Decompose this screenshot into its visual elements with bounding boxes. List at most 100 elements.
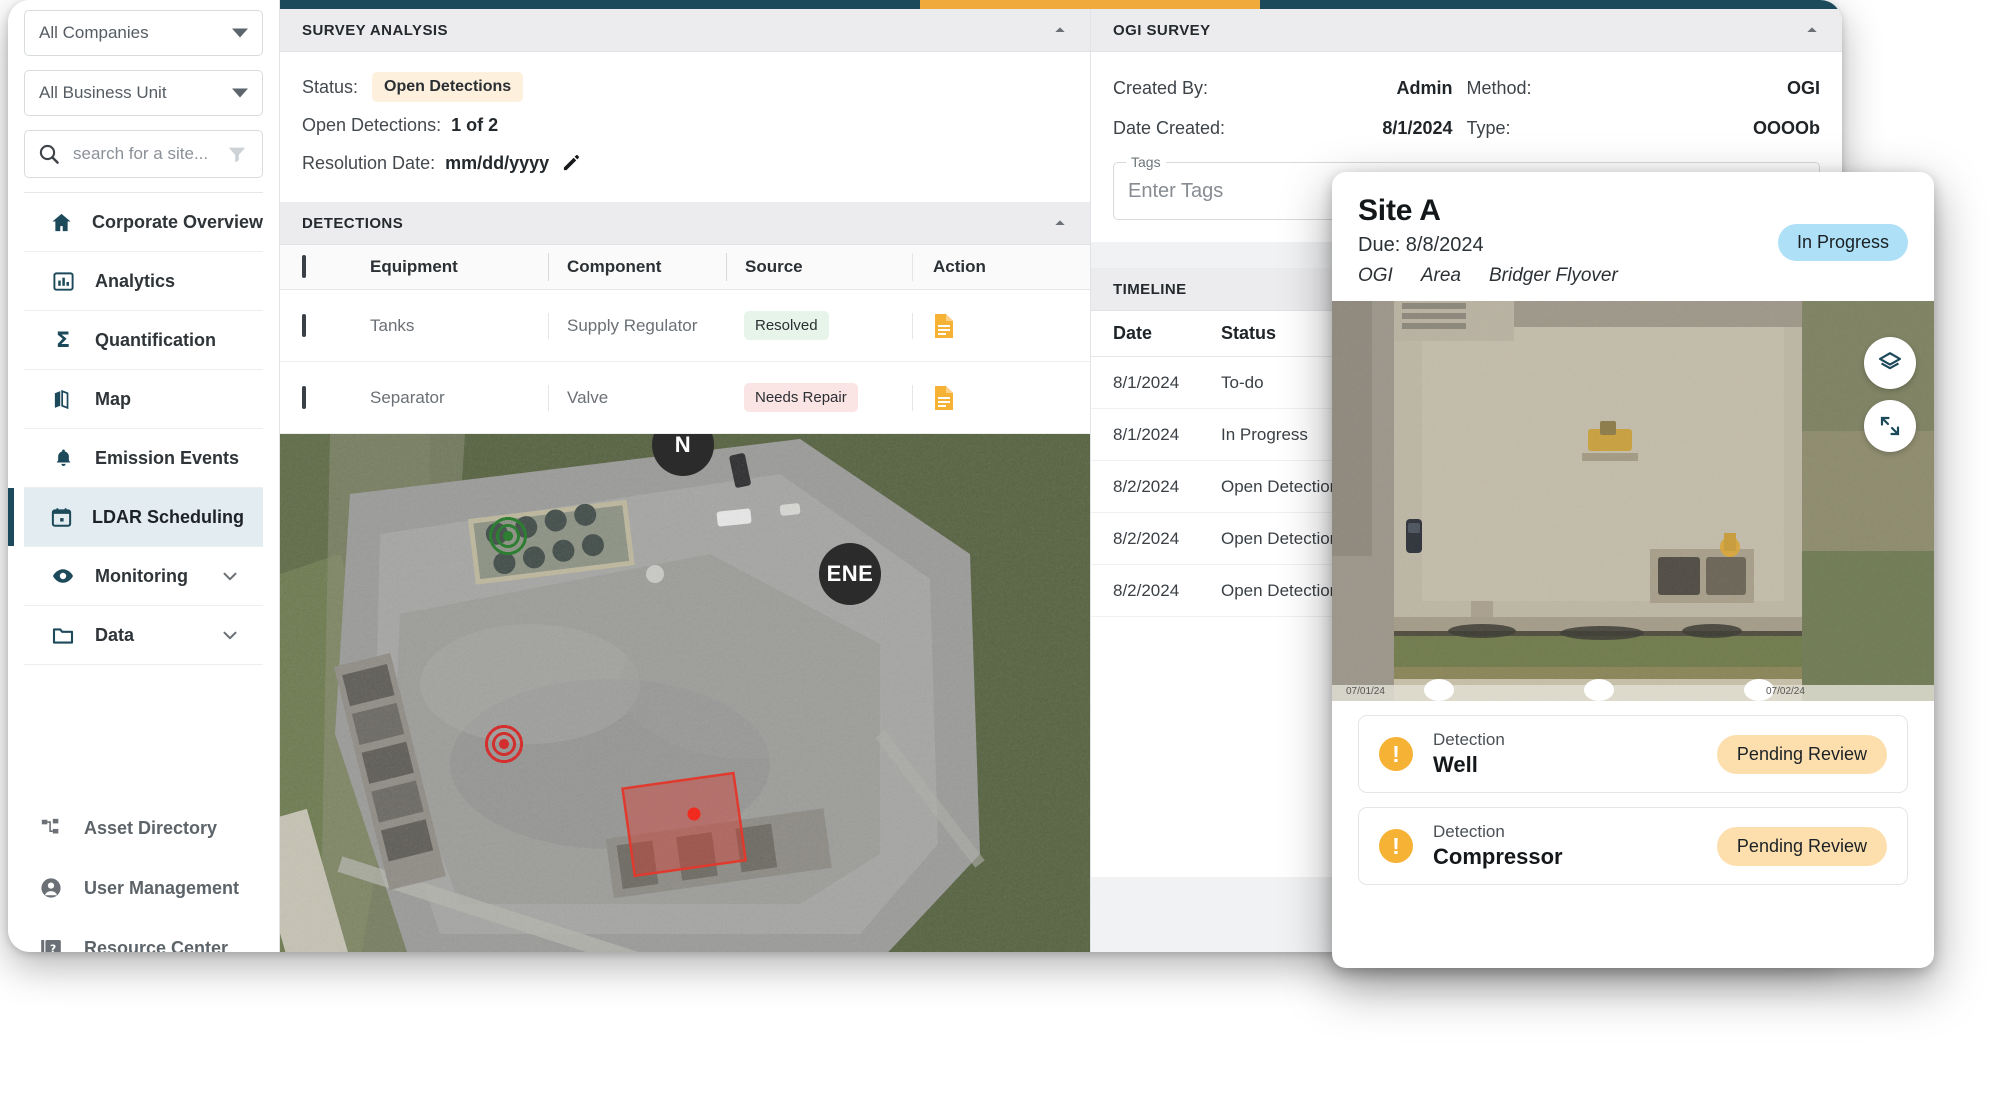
document-note-icon[interactable] [933,313,955,339]
sidebar-item-map[interactable]: Map [24,370,263,429]
sidebar-item-quantification[interactable]: Σ Quantification [24,311,263,370]
site-detail-card[interactable]: Site A Due: 8/8/2024 OGI Area Bridger Fl… [1332,172,1934,968]
col-date: Date [1113,323,1153,343]
document-note-icon[interactable] [933,385,955,411]
sidebar-item-label: User Management [84,877,240,898]
method-label: Method: [1466,77,1532,98]
business-unit-filter-select[interactable]: All Business Unit [24,70,263,116]
sidebar-item-label: Asset Directory [84,817,218,838]
detections-panel: DETECTIONS Equipment Component Source Ac… [280,202,1090,434]
chevron-up-icon[interactable] [1804,22,1820,38]
open-detections-value: 1 of 2 [451,114,499,135]
site-card-detections: ! Detection Well Pending Review ! Detect… [1332,701,1934,919]
select-all-checkbox[interactable] [302,255,370,278]
sidebar-item-label: Map [95,388,131,409]
method-value: OGI [1786,77,1820,98]
sidebar-item-emission-events[interactable]: Emission Events [24,429,263,488]
col-equipment: Equipment [370,257,458,276]
pencil-icon[interactable] [561,153,581,173]
sidebar-item-ldar-scheduling[interactable]: LDAR Scheduling [8,488,263,547]
sidebar-item-resource-center[interactable]: ? Resource Center [8,918,279,952]
compass-marker-ene[interactable]: ENE [819,543,881,605]
type-label: Type: [1466,117,1511,138]
detection-marker-open[interactable] [483,723,525,765]
sidebar-item-label: Analytics [95,270,176,291]
type-value: OOOOb [1753,117,1820,138]
timeline-date: 8/1/2024 [1113,424,1180,444]
map-timeline-strip[interactable]: 07/01/24 07/02/24 [1332,679,1934,701]
sitemap-icon [38,817,64,839]
satellite-imagery [280,434,1090,952]
chevron-down-icon [232,28,248,38]
created-by-value: Admin [1396,77,1453,98]
col-action: Action [912,253,1004,281]
col-component: Component [548,253,726,281]
open-detections-row: Open Detections: 1 of 2 [302,106,1068,144]
search-input[interactable]: search for a site... [73,144,208,164]
chevron-down-icon [232,88,248,98]
status-badge: Needs Repair [744,383,858,412]
site-meta-method: OGI [1358,265,1393,286]
detections-table-header: Equipment Component Source Action [280,245,1090,290]
sidebar-item-analytics[interactable]: Analytics [24,252,263,311]
site-search-box[interactable]: search for a site... [24,130,263,178]
status-badge: Open Detections [372,72,524,102]
company-filter-select[interactable]: All Companies [24,10,263,56]
chevron-up-icon[interactable] [1052,215,1068,231]
timeline-date: 8/2/2024 [1113,580,1180,600]
funnel-icon[interactable] [226,143,248,165]
tags-placeholder: Enter Tags [1128,179,1224,202]
sidebar-item-corporate-overview[interactable]: Corporate Overview [24,193,263,252]
detection-card-compressor[interactable]: ! Detection Compressor Pending Review [1358,807,1908,885]
search-icon [39,144,59,164]
detection-label: Detection [1433,730,1505,749]
compass-label: N [674,434,692,457]
cell-source: Resolved [726,311,912,340]
survey-analysis-header[interactable]: SURVEY ANALYSIS [280,9,1090,52]
table-row[interactable]: Separator Valve Needs Repair [280,362,1090,434]
ogi-row-date-type: Date Created: 8/1/2024 Type: OOOOb [1113,108,1820,148]
cell-component: Valve [548,384,726,411]
detections-header[interactable]: DETECTIONS [280,202,1090,245]
sidebar-item-label: Corporate Overview [92,211,264,232]
resolution-date-row: Resolution Date: mm/dd/yyyy [302,144,1068,182]
bell-icon [50,447,76,470]
map-layers-button[interactable] [1864,337,1916,389]
sidebar-filters: All Companies All Business Unit search f… [8,0,279,192]
status-label: Status: [302,76,359,97]
cell-equipment: Tanks [370,315,415,335]
chevron-down-icon[interactable] [219,624,241,646]
tags-legend: Tags [1126,154,1166,170]
table-row[interactable]: Tanks Supply Regulator Resolved [280,290,1090,362]
sidebar-item-asset-directory[interactable]: Asset Directory [8,798,279,858]
sidebar-item-label: Resource Center [84,937,229,953]
site-card-map[interactable]: 07/01/24 07/02/24 [1332,301,1934,701]
detection-name: Compressor [1433,844,1563,869]
chevron-up-icon[interactable] [1052,22,1068,38]
panel-title: TIMELINE [1113,280,1187,298]
detection-card-well[interactable]: ! Detection Well Pending Review [1358,715,1908,793]
sidebar-nav: Corporate Overview Analytics Σ Quantific… [8,193,279,665]
chevron-down-icon[interactable] [219,565,241,587]
resolution-date-value[interactable]: mm/dd/yyyy [445,153,549,174]
calendar-icon [50,506,73,529]
left-column: SURVEY ANALYSIS Status: Open Detections … [280,0,1090,952]
cell-component: Supply Regulator [548,312,726,339]
row-checkbox[interactable] [302,385,370,409]
row-checkbox[interactable] [302,313,370,337]
created-by-label: Created By: [1113,77,1209,98]
business-unit-filter-value: All Business Unit [39,83,167,102]
screen-root: All Companies All Business Unit search f… [0,0,2000,1103]
site-map[interactable]: N ENE [280,434,1090,952]
svg-text:?: ? [50,942,56,952]
folder-icon [50,623,76,647]
sidebar-item-monitoring[interactable]: Monitoring [24,547,263,606]
detection-marker-resolved[interactable] [487,515,529,557]
company-filter-value: All Companies [39,23,149,42]
map-expand-button[interactable] [1864,400,1916,452]
survey-analysis-panel: SURVEY ANALYSIS Status: Open Detections … [280,9,1090,202]
ogi-survey-header[interactable]: OGI SURVEY [1091,9,1842,52]
sidebar-item-user-management[interactable]: User Management [8,858,279,918]
open-detections-label: Open Detections: [302,114,442,135]
sidebar-item-data[interactable]: Data [24,606,263,665]
